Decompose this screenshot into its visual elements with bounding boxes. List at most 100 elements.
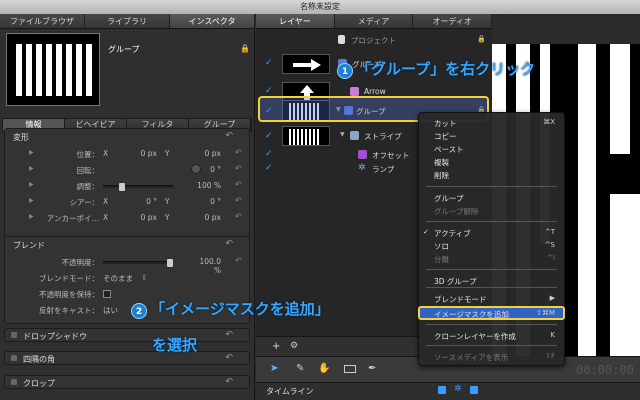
row-reset-icon[interactable]: ↶ (235, 180, 242, 189)
menu-item[interactable]: 削除 (418, 169, 565, 181)
menu-item[interactable]: カット ⌘X (418, 117, 565, 129)
canvas-stripe (610, 194, 640, 356)
menu-item[interactable]: イメージマスクを追加 ⇧⌘M (418, 308, 565, 320)
menu-item-label: ソロ (434, 242, 449, 251)
menu-item[interactable]: 分離 ^I (418, 253, 565, 265)
shear-x-field[interactable]: 0 ° (133, 197, 157, 206)
menu-item[interactable]: ソロ ^S (418, 240, 565, 252)
position-x-field[interactable]: 0 px (133, 149, 157, 158)
menu-item[interactable]: 複製 (418, 156, 565, 168)
menu-item[interactable]: コピー (418, 130, 565, 142)
select-tool-icon[interactable]: ➤ (270, 363, 278, 374)
preserve-opacity-checkbox[interactable] (103, 290, 111, 298)
position-y-field[interactable]: 0 px (193, 149, 221, 158)
timeline-label[interactable]: タイムライン (266, 386, 313, 397)
gear-icon[interactable]: ✲ (454, 384, 462, 394)
tab-audio[interactable]: オーディオ (413, 14, 493, 28)
menu-item[interactable]: ペースト (418, 143, 565, 155)
menu-item-label: グループ解除 (434, 207, 479, 216)
lock-icon[interactable]: 🔒 (240, 44, 250, 53)
menu-item-label: カット (434, 119, 457, 128)
row-reset-icon[interactable]: ↶ (235, 148, 242, 157)
timeline-bar: タイムライン ✲ (256, 382, 640, 400)
project-icon (338, 35, 345, 44)
drop-shadow-section[interactable]: ドロップシャドウ ↶ (4, 328, 250, 342)
lock-icon[interactable]: 🔒 (477, 35, 486, 43)
menu-item-label: 3D グループ (434, 277, 477, 286)
tab-file-browser[interactable]: ファイルブラウザ (0, 14, 85, 28)
stepper-icon[interactable]: ⇕ (141, 273, 147, 282)
cast-reflection-select[interactable]: はい (103, 305, 118, 316)
active-checkbox[interactable]: ✓ (265, 86, 273, 96)
enable-checkbox[interactable] (11, 379, 17, 385)
active-checkbox[interactable]: ✓ (265, 149, 273, 159)
menu-item[interactable]: クローンレイヤーを作成 K (418, 330, 565, 342)
step2-annotation-line2: を選択 (152, 336, 198, 354)
tab-layers[interactable]: レイヤー (256, 14, 335, 28)
blend-mode-select[interactable]: そのまま (103, 273, 133, 284)
anchor-y-field[interactable]: 0 px (193, 213, 221, 222)
stripe-thumbnail (282, 126, 330, 146)
crop-section[interactable]: クロップ ↶ (4, 375, 250, 389)
opacity-slider[interactable] (103, 259, 173, 267)
axis-label: Y (165, 197, 170, 206)
slider-knob[interactable] (119, 183, 125, 191)
menu-item[interactable]: グループ解除 (418, 205, 565, 217)
slider-knob[interactable] (167, 259, 173, 267)
menu-item[interactable]: ソースメディアを表示 ⇧F (418, 351, 565, 363)
anchor-row: ▶ アンカーポイ… X 0 px Y 0 px ↶ (5, 211, 251, 225)
row-reset-icon[interactable]: ↶ (235, 164, 242, 173)
disclosure-icon[interactable]: ▶ (29, 165, 34, 172)
rectangle-tool-icon[interactable] (344, 365, 356, 373)
canvas-stripe (578, 44, 596, 356)
step2-badge: 2 (131, 303, 147, 319)
disclosure-icon[interactable]: ▶ (29, 181, 34, 188)
reset-icon[interactable]: ↶ (225, 353, 233, 363)
menu-item[interactable]: ブレンドモード ▶ (418, 293, 565, 305)
reset-icon[interactable]: ↶ (225, 131, 233, 141)
hand-tool-icon[interactable]: ✋ (318, 363, 330, 374)
anchor-x-field[interactable]: 0 px (133, 213, 157, 222)
rotation-field[interactable]: 0 ° (193, 165, 221, 174)
position-label: 位置： (76, 150, 100, 159)
menu-item[interactable]: グループ (418, 192, 565, 204)
disclosure-icon[interactable]: ▶ (29, 149, 34, 156)
menu-separator (426, 186, 557, 187)
menu-item-label: コピー (434, 132, 457, 141)
audio-toggle-icon[interactable] (470, 386, 478, 394)
project-row[interactable]: プロジェクト 🔒 (256, 32, 492, 46)
active-checkbox[interactable]: ✓ (265, 131, 273, 141)
enable-checkbox[interactable] (11, 332, 17, 338)
scale-slider[interactable] (103, 183, 173, 191)
shear-y-field[interactable]: 0 ° (193, 197, 221, 206)
tab-library[interactable]: ライブラリ (85, 14, 170, 28)
blend-mode-label: ブレンドモード： (39, 274, 99, 283)
step2-annotation: 「イメージマスクを追加」 (150, 300, 330, 318)
reset-icon[interactable]: ↶ (225, 239, 233, 249)
shape-icon (350, 87, 359, 96)
timeline-toggle-icon[interactable] (438, 386, 446, 394)
add-layer-button[interactable]: + (272, 341, 280, 352)
left-tabs: ファイルブラウザ ライブラリ インスペクタ (0, 14, 255, 29)
menu-item[interactable]: ✓ アクティブ ^T (418, 227, 565, 239)
active-checkbox[interactable]: ✓ (265, 163, 273, 173)
row-reset-icon[interactable]: ↶ (235, 256, 242, 265)
paint-tool-icon[interactable]: ✎ (296, 363, 304, 374)
layer-name: オフセット (372, 151, 410, 160)
disclosure-icon[interactable]: ▶ (29, 213, 34, 220)
reset-icon[interactable]: ↶ (225, 377, 233, 387)
enable-checkbox[interactable] (11, 355, 17, 361)
reset-icon[interactable]: ↶ (225, 330, 233, 340)
tab-media[interactable]: メディア (335, 14, 414, 28)
corners-section[interactable]: 四隅の角 ↶ (4, 351, 250, 365)
disclosure-icon[interactable]: ▼ (340, 131, 345, 138)
settings-button[interactable]: ⚙ (290, 341, 298, 351)
scale-field[interactable]: 100 % (193, 181, 221, 190)
pen-tool-icon[interactable]: ✒ (368, 363, 376, 374)
disclosure-icon[interactable]: ▶ (29, 197, 34, 204)
row-reset-icon[interactable]: ↶ (235, 196, 242, 205)
row-reset-icon[interactable]: ↶ (235, 212, 242, 221)
menu-item[interactable]: 3D グループ (418, 275, 565, 287)
tab-inspector[interactable]: インスペクタ (170, 14, 255, 28)
active-checkbox[interactable]: ✓ (265, 58, 273, 68)
